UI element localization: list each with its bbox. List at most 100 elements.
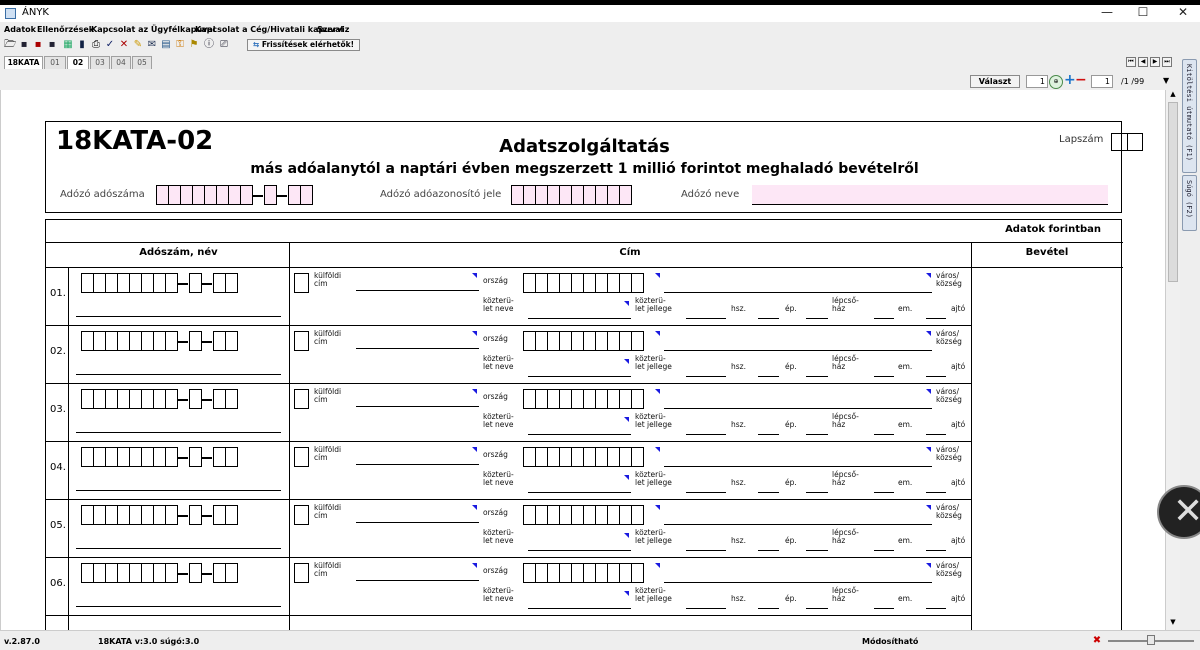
page-number-input[interactable]: 1: [1026, 75, 1048, 88]
row-floor-field[interactable]: [926, 434, 946, 435]
row-city-field[interactable]: [664, 466, 932, 467]
vertical-scrollbar[interactable]: ▲ ▼: [1165, 90, 1180, 630]
row-foreign-address-field[interactable]: [356, 406, 479, 407]
row-street-type-field[interactable]: [686, 550, 726, 551]
pencil-icon[interactable]: ✎: [132, 39, 144, 51]
row-name-field[interactable]: [76, 606, 281, 607]
menu-ellenorzesek[interactable]: Ellenőrzések: [37, 25, 94, 34]
row-revenue-field[interactable]: [972, 268, 1122, 325]
row-street-name-field[interactable]: [528, 318, 631, 319]
row-taxnumber-field[interactable]: [81, 505, 238, 525]
tab-18kata[interactable]: 18KATA: [4, 56, 43, 69]
mail-icon[interactable]: ✉: [146, 39, 158, 51]
tab-05[interactable]: 05: [132, 56, 152, 69]
row-house-number-field[interactable]: [758, 608, 779, 609]
nav-next-icon[interactable]: ▶: [1150, 57, 1160, 67]
nav-first-icon[interactable]: ⏮: [1126, 57, 1136, 67]
row-taxnumber-field[interactable]: [81, 273, 238, 293]
row-street-name-field[interactable]: [528, 434, 631, 435]
row-building-field[interactable]: [806, 550, 828, 551]
row-name-field[interactable]: [76, 490, 281, 491]
nav-prev-icon[interactable]: ◀: [1138, 57, 1148, 67]
minus-icon[interactable]: −: [1075, 72, 1087, 88]
row-building-field[interactable]: [806, 318, 828, 319]
row-staircase-field[interactable]: [874, 376, 894, 377]
row-building-field[interactable]: [806, 608, 828, 609]
row-floor-field[interactable]: [926, 376, 946, 377]
row-staircase-field[interactable]: [874, 492, 894, 493]
row-house-number-field[interactable]: [758, 550, 779, 551]
row-street-type-field[interactable]: [686, 434, 726, 435]
row-foreign-address-field[interactable]: [356, 348, 479, 349]
row-foreign-address-checkbox[interactable]: [294, 447, 309, 467]
row-revenue-field[interactable]: [972, 326, 1122, 383]
row-staircase-field[interactable]: [874, 550, 894, 551]
maximize-button[interactable]: ☐: [1128, 5, 1158, 21]
row-street-type-field[interactable]: [686, 318, 726, 319]
row-revenue-field[interactable]: [972, 384, 1122, 441]
add-page-icon[interactable]: ⊕: [1049, 75, 1063, 89]
taxpayer-name-field[interactable]: [752, 185, 1108, 205]
row-city-field[interactable]: [664, 350, 932, 351]
key-icon[interactable]: ⚿: [174, 39, 186, 51]
row-revenue-field[interactable]: [972, 558, 1122, 615]
row-country-field[interactable]: [523, 505, 644, 525]
row-house-number-field[interactable]: [758, 376, 779, 377]
row-floor-field[interactable]: [926, 608, 946, 609]
row-city-field[interactable]: [664, 582, 932, 583]
save-as-icon[interactable]: ▪: [32, 39, 44, 51]
camera-icon[interactable]: ⎚: [218, 39, 230, 51]
row-floor-field[interactable]: [926, 550, 946, 551]
select-button[interactable]: Választ: [970, 75, 1020, 88]
row-house-number-field[interactable]: [758, 434, 779, 435]
info-book-icon[interactable]: ▮: [76, 39, 88, 51]
print-icon[interactable]: ⎙: [90, 39, 102, 51]
copy-spinner-input[interactable]: 1: [1091, 75, 1113, 88]
attachment-icon[interactable]: ⚑: [188, 39, 200, 51]
minimize-button[interactable]: —: [1092, 5, 1122, 21]
help-side-tab[interactable]: Súgó (F2): [1182, 175, 1197, 231]
row-street-type-field[interactable]: [686, 608, 726, 609]
row-foreign-address-field[interactable]: [356, 464, 479, 465]
sheet-number-field[interactable]: [1111, 133, 1143, 151]
row-foreign-address-field[interactable]: [356, 522, 479, 523]
row-house-number-field[interactable]: [758, 318, 779, 319]
row-street-name-field[interactable]: [528, 550, 631, 551]
row-taxnumber-field[interactable]: [81, 447, 238, 467]
row-staircase-field[interactable]: [874, 434, 894, 435]
row-country-field[interactable]: [523, 389, 644, 409]
taxpayer-id-field[interactable]: [511, 185, 632, 205]
error-indicator-icon[interactable]: ✖: [1090, 635, 1104, 647]
check-icon[interactable]: ✓: [104, 39, 116, 51]
row-street-name-field[interactable]: [528, 492, 631, 493]
row-revenue-field[interactable]: [972, 442, 1122, 499]
row-name-field[interactable]: [76, 374, 281, 375]
row-floor-field[interactable]: [926, 492, 946, 493]
row-street-type-field[interactable]: [686, 492, 726, 493]
document-icon[interactable]: ▤: [160, 39, 172, 51]
row-street-name-field[interactable]: [528, 376, 631, 377]
row-house-number-field[interactable]: [758, 492, 779, 493]
row-building-field[interactable]: [806, 492, 828, 493]
row-city-field[interactable]: [664, 524, 932, 525]
tab-01[interactable]: 01: [44, 56, 66, 69]
row-foreign-address-field[interactable]: [356, 580, 479, 581]
plus-icon[interactable]: +: [1064, 72, 1076, 88]
tab-04[interactable]: 04: [111, 56, 131, 69]
scroll-up-icon[interactable]: ▲: [1166, 90, 1180, 102]
row-foreign-address-checkbox[interactable]: [294, 389, 309, 409]
row-foreign-address-checkbox[interactable]: [294, 505, 309, 525]
row-revenue-field[interactable]: [972, 500, 1122, 557]
row-country-field[interactable]: [523, 563, 644, 583]
row-taxnumber-field[interactable]: [81, 331, 238, 351]
row-foreign-address-checkbox[interactable]: [294, 273, 309, 293]
row-taxnumber-field[interactable]: [81, 563, 238, 583]
taxpayer-taxnumber-field[interactable]: [156, 185, 313, 205]
row-foreign-address-checkbox[interactable]: [294, 331, 309, 351]
row-staircase-field[interactable]: [874, 318, 894, 319]
row-city-field[interactable]: [664, 292, 932, 293]
row-country-field[interactable]: [523, 273, 644, 293]
row-name-field[interactable]: [76, 316, 281, 317]
scroll-down-icon[interactable]: ▼: [1166, 618, 1180, 630]
dropdown-arrow-icon[interactable]: ▼: [1163, 76, 1169, 85]
